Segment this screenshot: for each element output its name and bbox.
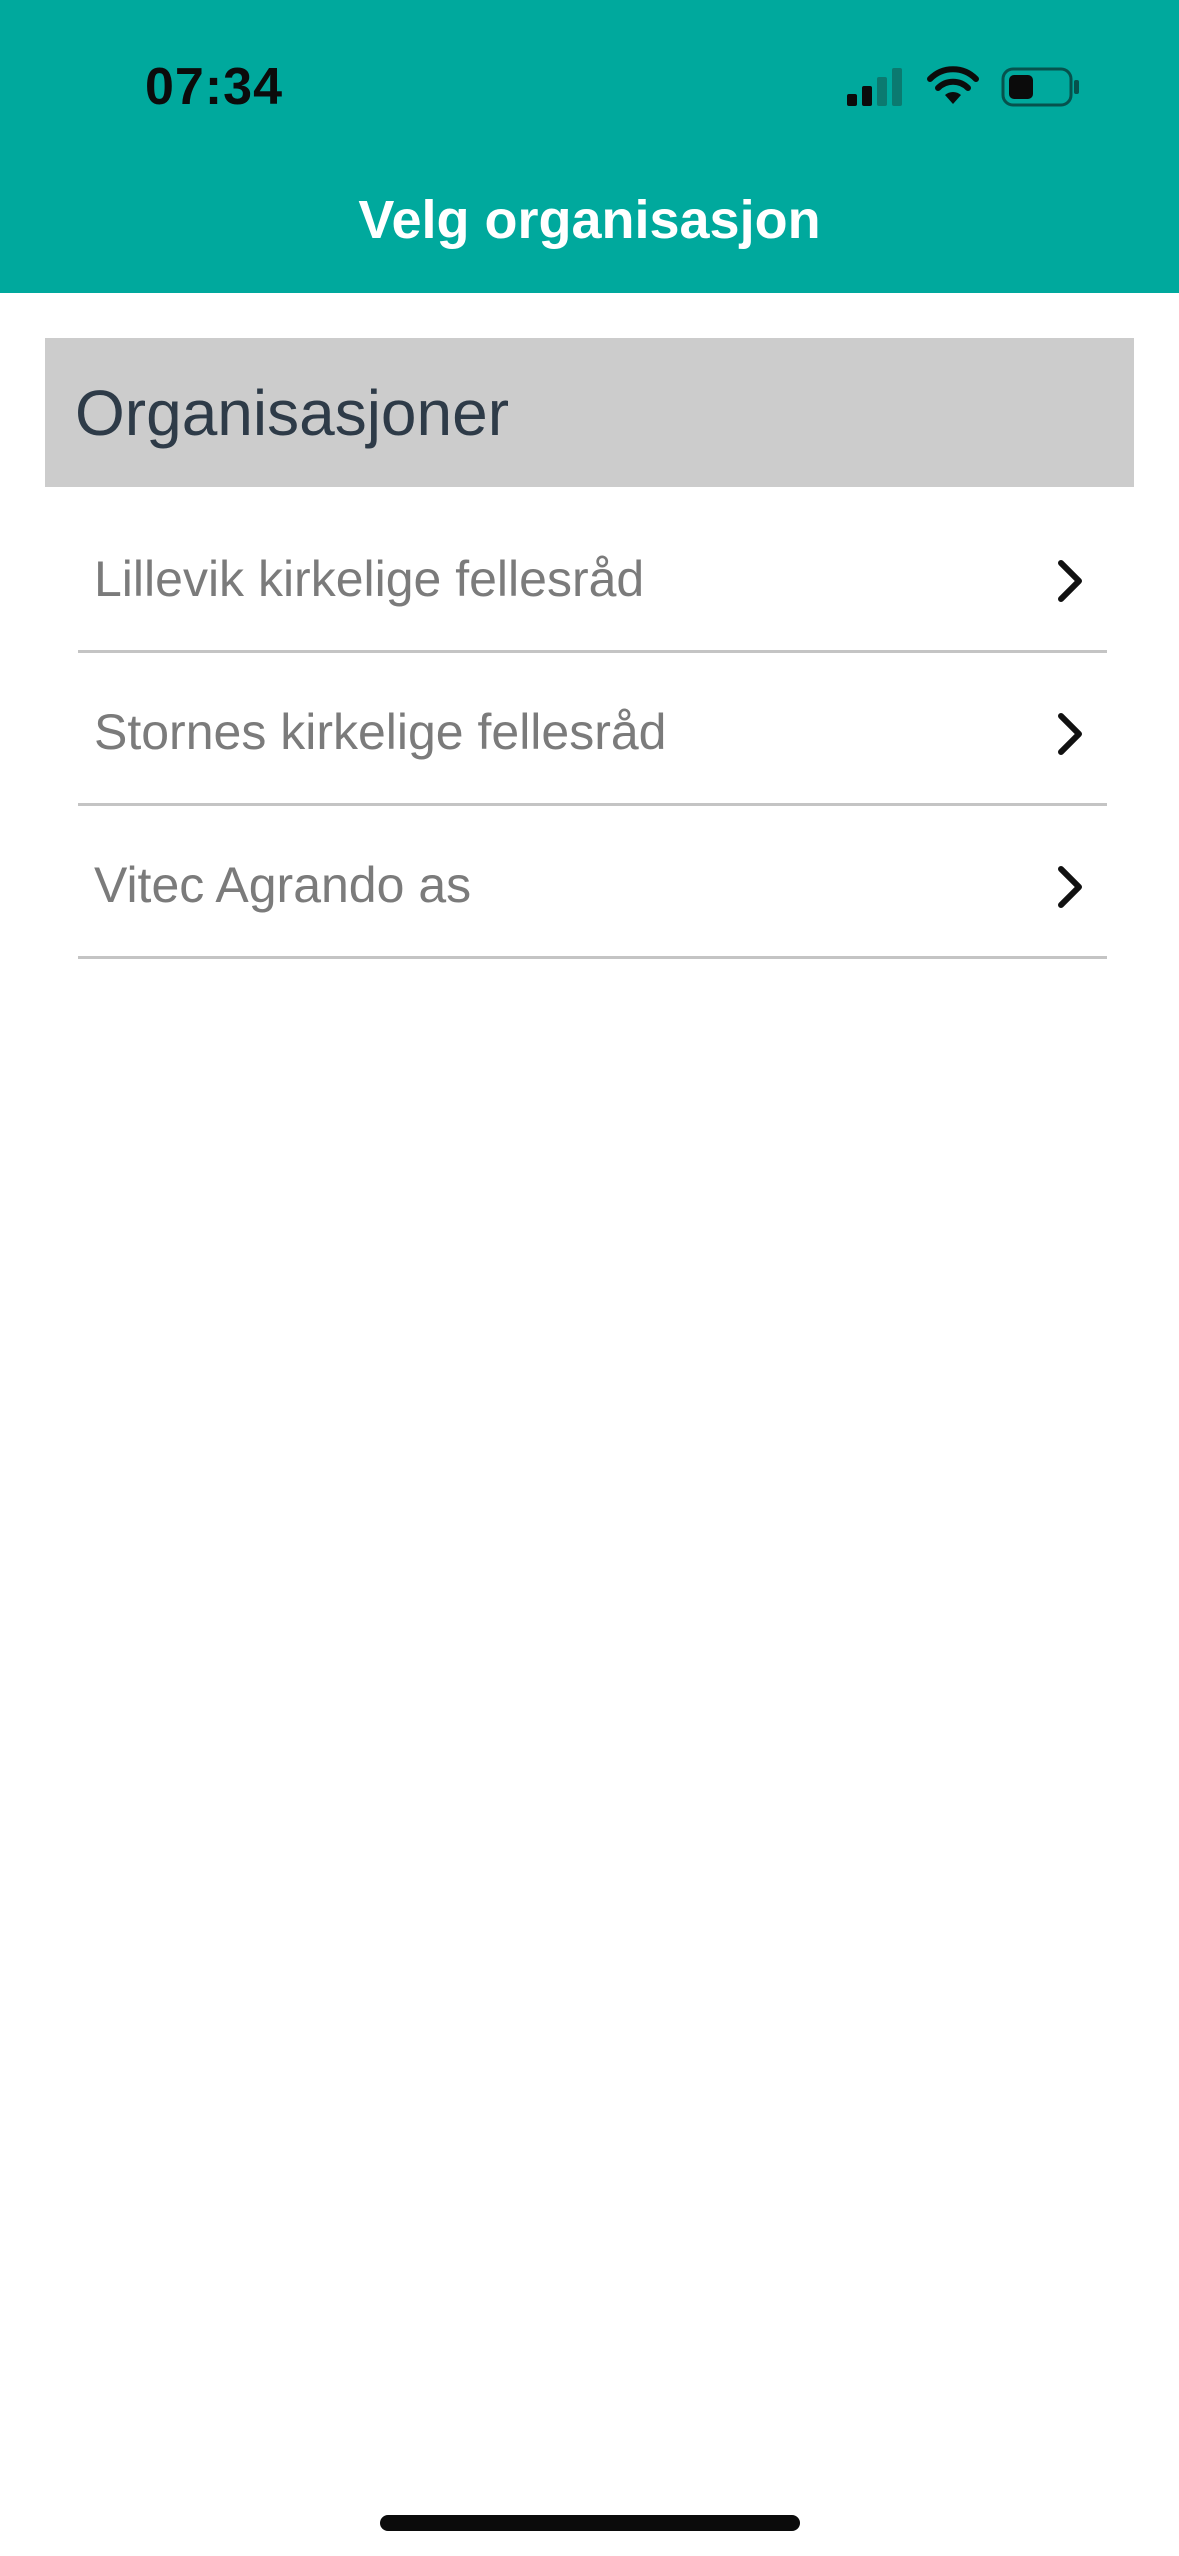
page-title: Velg organisasjon <box>358 190 821 250</box>
list-item[interactable]: Vitec Agrando as <box>78 806 1107 959</box>
home-indicator[interactable] <box>380 2515 800 2531</box>
wifi-icon <box>927 66 979 104</box>
organization-name: Vitec Agrando as <box>94 857 472 913</box>
battery-icon <box>1001 67 1079 107</box>
organization-list: Lillevik kirkelige fellesråd Stornes kir… <box>78 500 1107 959</box>
list-item[interactable]: Stornes kirkelige fellesråd <box>78 653 1107 806</box>
section-title: Organisasjoner <box>75 376 509 449</box>
status-icons <box>845 62 1081 112</box>
chevron-right-icon <box>1058 560 1082 602</box>
chevron-right-icon <box>1058 713 1082 755</box>
chevron-right-icon <box>1058 866 1082 908</box>
list-item[interactable]: Lillevik kirkelige fellesråd <box>78 500 1107 653</box>
cellular-signal-icon <box>847 68 902 106</box>
section-header: Organisasjoner <box>45 338 1134 487</box>
organization-name: Lillevik kirkelige fellesråd <box>94 551 645 607</box>
organization-name: Stornes kirkelige fellesråd <box>94 704 667 760</box>
app-header: 07:34 Velg organisasjon <box>0 0 1179 293</box>
status-time: 07:34 <box>145 58 283 116</box>
